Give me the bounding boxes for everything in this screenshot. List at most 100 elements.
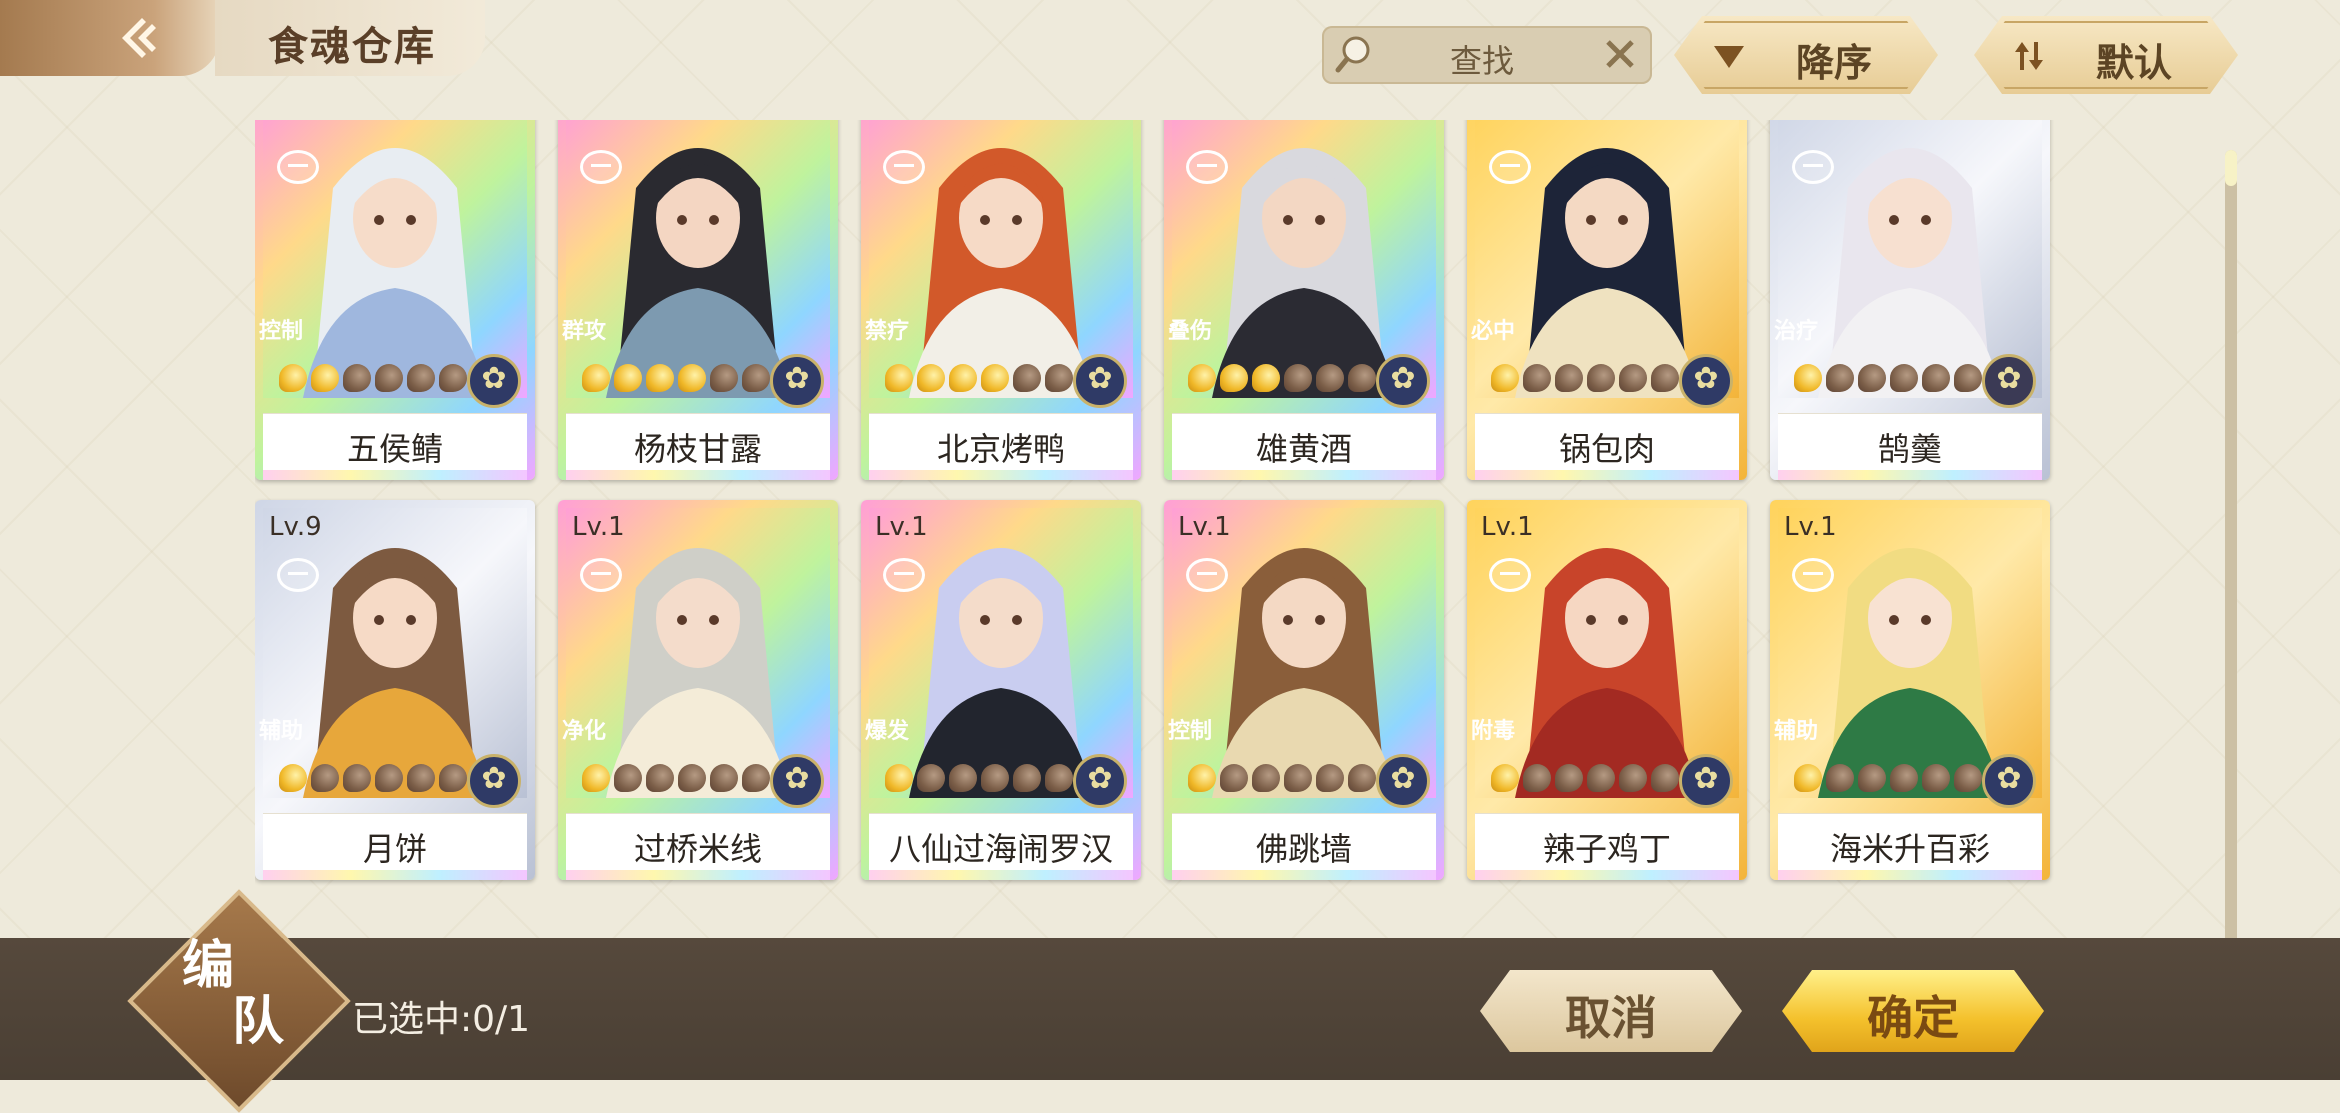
star-icon — [1316, 764, 1344, 792]
role-tag: 治疗 — [1770, 312, 1826, 352]
card-shine — [1475, 470, 1739, 480]
star-icon — [1284, 364, 1312, 392]
lock-badge-icon[interactable] — [1186, 558, 1228, 592]
lock-badge-icon[interactable] — [1489, 150, 1531, 184]
star-icon — [1954, 764, 1982, 792]
search-input[interactable]: 查找 — [1392, 36, 1572, 82]
card-shine — [1778, 470, 2042, 480]
star-rating — [1491, 764, 1679, 794]
role-tag: 辅助 — [255, 712, 311, 752]
lock-badge-icon[interactable] — [883, 558, 925, 592]
scrollbar-thumb[interactable] — [2225, 150, 2237, 186]
card-shine — [1172, 470, 1436, 480]
star-icon — [343, 764, 371, 792]
level-label: Lv.1 — [1481, 512, 1534, 542]
confirm-button[interactable]: 确定 — [1782, 970, 2044, 1052]
element-icon — [1982, 354, 2036, 408]
team-label-2: 队 — [232, 992, 285, 1052]
star-icon — [678, 364, 706, 392]
star-icon — [742, 764, 770, 792]
star-icon — [917, 364, 945, 392]
lock-badge-icon[interactable] — [883, 150, 925, 184]
star-icon — [885, 764, 913, 792]
card-grid: 控制 五侯鲭 群攻 杨枝甘露 — [255, 120, 2065, 940]
star-icon — [917, 764, 945, 792]
name-bar: 鹄羹 — [1778, 413, 2042, 470]
star-icon — [375, 364, 403, 392]
star-icon — [279, 764, 307, 792]
star-icon — [981, 364, 1009, 392]
star-icon — [981, 764, 1009, 792]
character-card[interactable]: 净化 过桥米线 Lv.1 — [558, 500, 838, 880]
star-rating — [582, 364, 770, 394]
character-card[interactable]: 辅助 海米升百彩 Lv.1 — [1770, 500, 2050, 880]
star-icon — [1188, 364, 1216, 392]
back-arrow-icon — [122, 18, 156, 58]
lock-badge-icon[interactable] — [1489, 558, 1531, 592]
star-rating — [1794, 764, 1982, 794]
element-icon — [1376, 354, 1430, 408]
lock-badge-icon[interactable] — [277, 558, 319, 592]
card-shine — [566, 870, 830, 880]
lock-badge-icon[interactable] — [277, 150, 319, 184]
element-icon — [770, 354, 824, 408]
character-card[interactable]: 附毒 辣子鸡丁 Lv.1 — [1467, 500, 1747, 880]
search-icon — [1335, 36, 1370, 73]
role-tag: 必中 — [1467, 312, 1523, 352]
role-tag: 爆发 — [861, 712, 917, 752]
character-name: 海米升百彩 — [1829, 830, 1990, 868]
star-icon — [407, 364, 435, 392]
level-label: Lv.1 — [1784, 512, 1837, 542]
star-icon — [1045, 364, 1073, 392]
star-icon — [1220, 764, 1248, 792]
back-button[interactable] — [0, 0, 220, 76]
star-icon — [1013, 764, 1041, 792]
element-icon — [1679, 354, 1733, 408]
close-icon[interactable] — [1602, 36, 1638, 72]
character-card[interactable]: 群攻 杨枝甘露 — [558, 120, 838, 480]
star-icon — [885, 364, 913, 392]
character-name: 辣子鸡丁 — [1542, 830, 1671, 868]
search-box[interactable]: 查找 — [1322, 26, 1652, 84]
sort-mode-label: 默认 — [2095, 41, 2172, 85]
character-card[interactable]: 控制 五侯鲭 — [255, 120, 535, 480]
star-rating — [279, 364, 467, 394]
selected-count: 已选中:0/1 — [352, 999, 531, 1040]
scrollbar-track[interactable] — [2225, 150, 2237, 1030]
card-shine — [1172, 870, 1436, 880]
team-label-1: 编 — [182, 936, 235, 996]
sort-order-button[interactable]: 降序 — [1674, 16, 1938, 94]
triangle-down-icon — [1714, 46, 1744, 68]
lock-badge-icon[interactable] — [1186, 150, 1228, 184]
character-name: 月饼 — [362, 830, 427, 868]
name-bar: 杨枝甘露 — [566, 413, 830, 470]
lock-badge-icon[interactable] — [580, 150, 622, 184]
character-card[interactable]: 辅助 月饼 Lv.9 — [255, 500, 535, 880]
character-card[interactable]: 爆发 八仙过海闹罗汉 Lv.1 — [861, 500, 1141, 880]
star-icon — [1587, 364, 1615, 392]
star-icon — [646, 364, 674, 392]
element-icon — [1679, 754, 1733, 808]
star-icon — [407, 764, 435, 792]
lock-badge-icon[interactable] — [1792, 558, 1834, 592]
confirm-label: 确定 — [1867, 991, 1959, 1045]
star-icon — [279, 364, 307, 392]
character-card[interactable]: 禁疗 北京烤鸭 — [861, 120, 1141, 480]
star-icon — [1954, 364, 1982, 392]
cancel-button[interactable]: 取消 — [1480, 970, 1742, 1052]
star-icon — [1555, 364, 1583, 392]
role-tag: 辅助 — [1770, 712, 1826, 752]
star-icon — [1523, 764, 1551, 792]
character-card[interactable]: 控制 佛跳墙 Lv.1 — [1164, 500, 1444, 880]
element-icon — [1982, 754, 2036, 808]
lock-badge-icon[interactable] — [1792, 150, 1834, 184]
star-icon — [1794, 364, 1822, 392]
character-card[interactable]: 治疗 鹄羹 — [1770, 120, 2050, 480]
sort-mode-button[interactable]: 默认 — [1974, 16, 2238, 94]
character-card[interactable]: 叠伤 雄黄酒 — [1164, 120, 1444, 480]
character-card[interactable]: 必中 锅包肉 — [1467, 120, 1747, 480]
star-icon — [1587, 764, 1615, 792]
card-shine — [566, 470, 830, 480]
element-icon — [1073, 754, 1127, 808]
lock-badge-icon[interactable] — [580, 558, 622, 592]
